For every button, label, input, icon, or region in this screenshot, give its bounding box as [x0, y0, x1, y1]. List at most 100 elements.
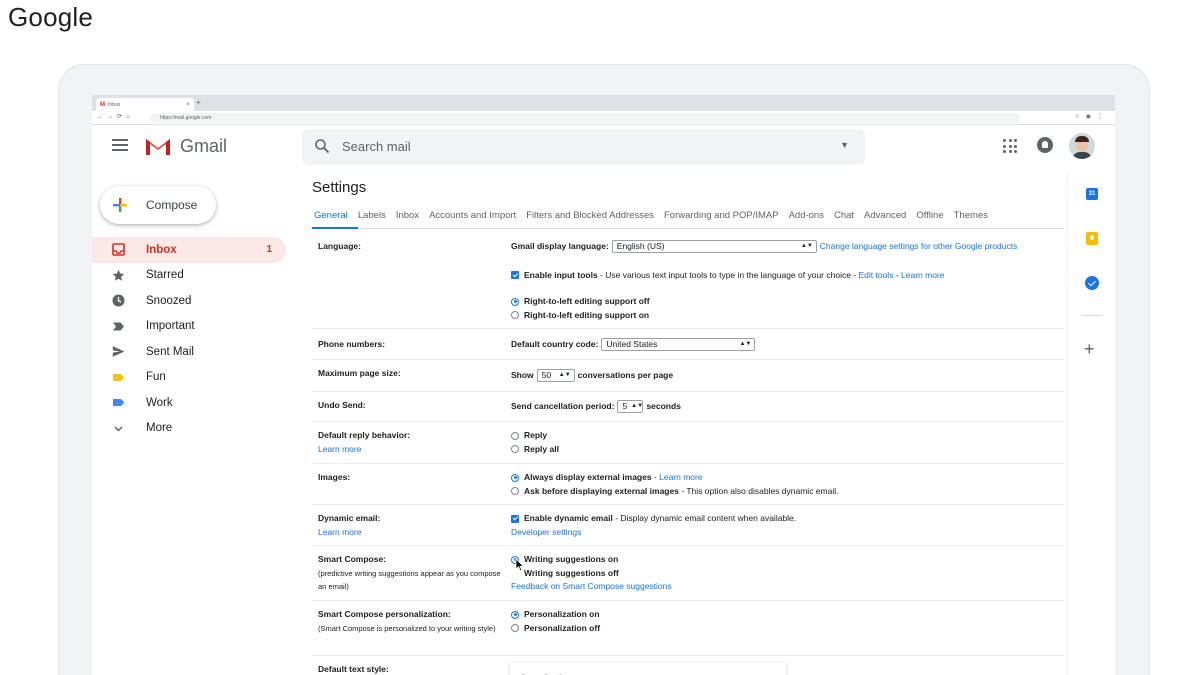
- sidebar-item-more[interactable]: More: [92, 416, 292, 442]
- personalization-on-radio[interactable]: [511, 610, 519, 619]
- dynamic-email-checkbox[interactable]: [511, 514, 519, 523]
- tab-forwarding-and-pop-imap[interactable]: Forwarding and POP/IMAP: [664, 210, 779, 221]
- browser-nav-icons[interactable]: ←→⟳⌂: [97, 113, 134, 120]
- reply-radio[interactable]: [511, 431, 519, 440]
- search-options-caret-icon[interactable]: ▼: [840, 140, 849, 150]
- tab-themes[interactable]: Themes: [954, 210, 988, 221]
- tab-offline[interactable]: Offline: [916, 210, 943, 221]
- browser-window: M Inbox × + ←→⟳⌂ https://mail.google.com…: [92, 95, 1115, 675]
- cancellation-period-select[interactable]: 5 ▲▼: [617, 400, 644, 414]
- tab-add-ons[interactable]: Add-ons: [789, 210, 824, 221]
- tab-close-icon[interactable]: ×: [186, 102, 190, 108]
- developer-settings-link[interactable]: Developer settings: [511, 526, 581, 540]
- compose-plus-icon: [113, 198, 127, 212]
- setting-row-default-reply: Default reply behavior: Learn more Reply…: [312, 422, 1064, 464]
- tab-chat[interactable]: Chat: [834, 210, 854, 221]
- default-reply-label: Default reply behavior:: [318, 430, 411, 440]
- search-input[interactable]: Search mail: [342, 139, 411, 154]
- browser-tab[interactable]: M Inbox ×: [96, 98, 194, 111]
- inbox-unread-count: 1: [266, 244, 272, 256]
- writing-suggestions-off-label: Writing suggestions off: [524, 567, 619, 578]
- tab-general[interactable]: General: [314, 210, 348, 221]
- setting-value: Personalization on Personalization off: [511, 608, 1061, 635]
- tabs-divider: [312, 228, 1064, 229]
- tab-filters-and-blocked-addresses[interactable]: Filters and Blocked Addresses: [526, 210, 654, 221]
- sidebar-item-fun[interactable]: Fun: [92, 365, 292, 391]
- images-learn-more-link[interactable]: Learn more: [659, 471, 702, 485]
- always-display-images-radio[interactable]: [511, 473, 519, 482]
- rtl-on-label: Right-to-left editing support on: [524, 309, 650, 320]
- tasks-icon[interactable]: [1085, 276, 1099, 290]
- rtl-off-radio[interactable]: [511, 297, 519, 306]
- reply-learn-more-link[interactable]: Learn more: [318, 443, 503, 457]
- cancellation-period-value: 5: [622, 401, 628, 411]
- edit-tools-link[interactable]: Edit tools: [858, 269, 893, 283]
- dynamic-learn-more-link[interactable]: Learn more: [318, 526, 503, 540]
- ask-before-images-radio[interactable]: [511, 487, 519, 496]
- tab-inbox[interactable]: Inbox: [396, 210, 419, 221]
- account-avatar[interactable]: [1069, 133, 1095, 159]
- display-language-select[interactable]: English (US) ▲▼: [611, 240, 817, 254]
- sidebar-item-work[interactable]: Work: [92, 390, 292, 416]
- sidebar-item-starred[interactable]: Starred: [92, 263, 292, 289]
- display-language-value: English (US): [616, 241, 665, 251]
- smart-compose-label: Smart Compose:: [318, 554, 387, 564]
- notifications-icon[interactable]: [1037, 137, 1053, 153]
- sidebar-item-important[interactable]: Important: [92, 314, 292, 340]
- change-language-link[interactable]: Change language settings for other Googl…: [820, 240, 1018, 254]
- cancellation-period-label: Send cancellation period:: [511, 401, 615, 411]
- browser-extension-icons[interactable]: ☆◉⋮: [1074, 113, 1109, 120]
- country-code-select[interactable]: United States ▲▼: [601, 338, 756, 352]
- new-tab-button[interactable]: +: [196, 98, 201, 107]
- select-arrows-icon: ▲▼: [631, 403, 644, 409]
- personalization-off-radio[interactable]: [511, 624, 519, 633]
- search-bar[interactable]: Search mail ▼: [302, 129, 865, 165]
- google-apps-icon[interactable]: [1003, 139, 1017, 153]
- sidebar-item-sent-mail[interactable]: Sent Mail: [92, 339, 292, 365]
- select-arrows-icon: ▲▼: [558, 372, 571, 378]
- rtl-on-radio[interactable]: [511, 311, 519, 320]
- setting-row-images: Images: Always display external images -…: [312, 464, 1064, 505]
- url-field[interactable]: https://mail.google.com: [150, 113, 1020, 123]
- page-size-select[interactable]: 50 ▲▼: [536, 369, 575, 383]
- sidebar-item-snoozed[interactable]: Snoozed: [92, 288, 292, 314]
- smart-compose-feedback-link[interactable]: Feedback on Smart Compose suggestions: [511, 580, 672, 594]
- search-icon[interactable]: [314, 138, 330, 154]
- setting-value: Reply Reply all: [511, 429, 1061, 456]
- chevron-down-icon: [114, 426, 123, 432]
- select-arrows-icon: ▲▼: [739, 341, 752, 347]
- address-bar-row: ←→⟳⌂ https://mail.google.com ☆◉⋮: [92, 111, 1115, 125]
- separator-dash: -: [651, 472, 660, 482]
- sidebar-item-label: Inbox: [146, 243, 177, 256]
- settings-list: Language: Gmail display language: Englis…: [312, 231, 1064, 675]
- setting-row-smart-compose-personalization: Smart Compose personalization: (Smart Co…: [312, 601, 1064, 656]
- tab-labels[interactable]: Labels: [358, 210, 386, 221]
- text-style-toolbar[interactable]: Sans Serif: [510, 663, 786, 675]
- hamburger-menu-icon[interactable]: [112, 139, 128, 151]
- setting-row-smart-compose: Smart Compose: (predictive writing sugge…: [312, 546, 1064, 601]
- input-tools-checkbox[interactable]: [511, 271, 519, 280]
- always-display-images-label: Always display external images: [524, 472, 652, 482]
- sidebar-item-label: Starred: [146, 269, 184, 282]
- personalization-label: Smart Compose personalization:: [318, 609, 451, 619]
- calendar-icon[interactable]: 31: [1086, 188, 1098, 200]
- page-size-value: 50: [541, 370, 552, 380]
- sidebar-item-label: Fun: [146, 371, 166, 384]
- keep-icon[interactable]: [1086, 232, 1098, 245]
- tab-accounts-and-import[interactable]: Accounts and Import: [429, 210, 516, 221]
- reply-all-radio[interactable]: [511, 445, 519, 454]
- mouse-cursor-icon: [515, 558, 525, 572]
- setting-value: Default country code: United States ▲▼: [511, 338, 1061, 352]
- input-tools-description: - Use various text input tools to type i…: [597, 269, 859, 280]
- tab-advanced[interactable]: Advanced: [864, 210, 906, 221]
- setting-value: Gmail display language: English (US) ▲▼ …: [511, 240, 1061, 322]
- input-tools-learn-more-link[interactable]: Learn more: [901, 269, 944, 283]
- cancellation-period-suffix: seconds: [646, 401, 681, 411]
- compose-button[interactable]: Compose: [100, 186, 216, 224]
- label-icon: [113, 373, 125, 381]
- page-title: Settings: [312, 179, 367, 196]
- add-addon-icon[interactable]: +: [1084, 340, 1095, 358]
- setting-value: Send cancellation period: 5 ▲▼ seconds: [511, 400, 1061, 414]
- writing-suggestions-on-label: Writing suggestions on: [524, 554, 619, 564]
- sidebar-item-inbox[interactable]: Inbox 1: [92, 237, 286, 263]
